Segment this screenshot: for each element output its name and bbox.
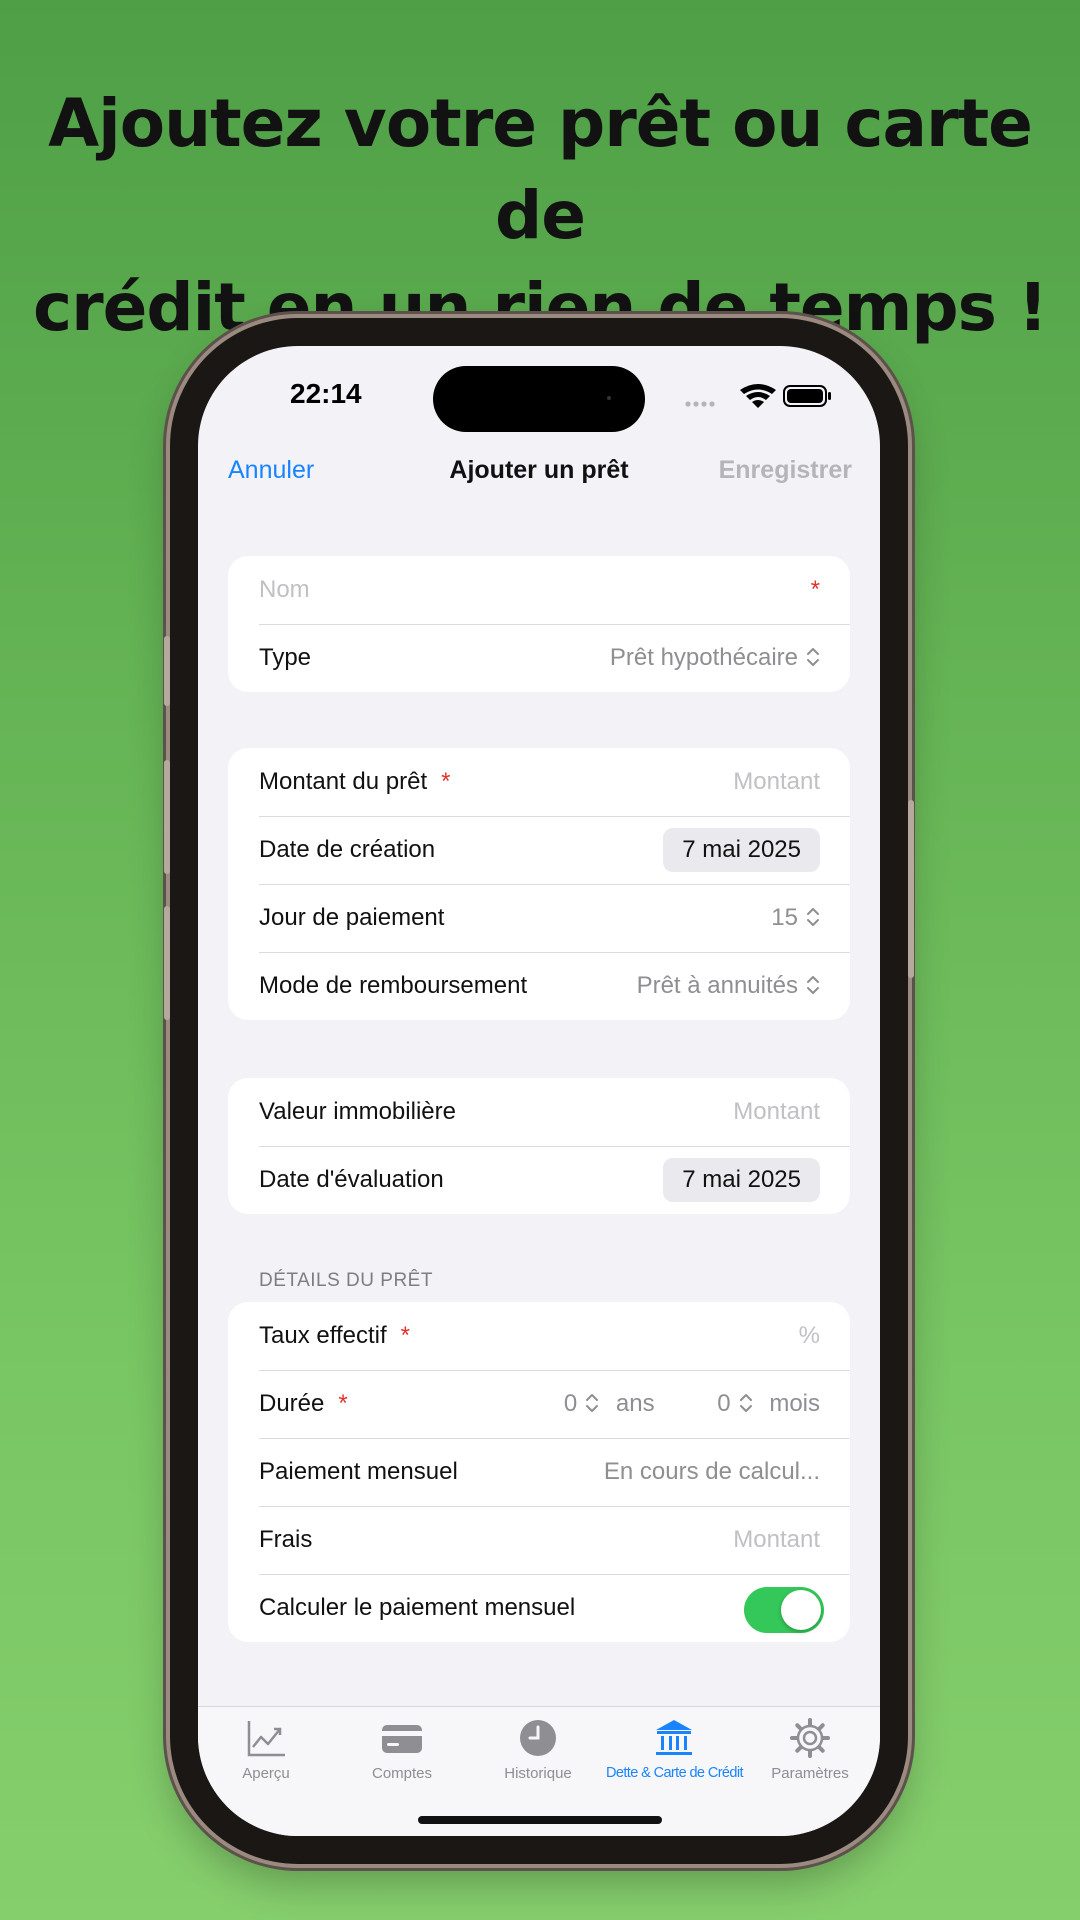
repayment-mode-label: Mode de remboursement: [259, 972, 528, 999]
tab-historique[interactable]: Historique: [470, 1717, 606, 1797]
creation-date-picker[interactable]: 7 mai 2025: [663, 828, 820, 872]
headline: Ajoutez votre prêt ou carte de crédit en…: [0, 78, 1080, 354]
chevron-up-down-icon: [739, 1393, 752, 1412]
fees-input[interactable]: Montant: [733, 1506, 820, 1574]
type-picker[interactable]: Prêt hypothécaire: [610, 624, 820, 692]
wifi-icon: [740, 384, 776, 408]
years-picker[interactable]: 0: [564, 1390, 599, 1417]
bank-icon: [656, 1720, 692, 1755]
toggle-knob: [781, 1590, 821, 1630]
property-value-input[interactable]: Montant: [733, 1078, 820, 1146]
power-button: [908, 800, 914, 978]
tab-label: Comptes: [371, 1765, 433, 1782]
calculate-monthly-row: Calculer le paiement mensuel: [228, 1574, 850, 1642]
chart-line-icon: [247, 1721, 285, 1757]
fees-row[interactable]: Frais Montant: [228, 1506, 850, 1574]
cellular-signal-icon: [685, 401, 715, 407]
creation-date-label: Date de création: [259, 836, 436, 863]
tab-apercu[interactable]: Aperçu: [198, 1717, 334, 1797]
tab-label: Aperçu: [242, 1765, 290, 1782]
monthly-payment-label: Paiement mensuel: [259, 1458, 458, 1485]
rate-row[interactable]: Taux effectif * %: [228, 1302, 850, 1370]
duration-label: Durée: [259, 1390, 325, 1417]
repayment-mode-picker[interactable]: Prêt à annuités: [637, 952, 820, 1020]
payment-day-value: 15: [771, 904, 798, 931]
duration-row: Durée * 0 ans 0 mois: [228, 1370, 850, 1438]
tab-label: Dette & Carte de Crédit: [606, 1765, 744, 1781]
amount-input[interactable]: Montant: [733, 748, 820, 816]
repayment-mode-value: Prêt à annuités: [636, 972, 798, 999]
battery-icon: [783, 385, 831, 407]
gear-icon: [790, 1718, 830, 1758]
tab-parametres[interactable]: Paramètres: [742, 1717, 878, 1797]
rate-label: Taux effectif: [259, 1322, 387, 1349]
headline-line-1: Ajoutez votre prêt ou carte de: [48, 85, 1033, 254]
months-picker[interactable]: 0: [717, 1390, 752, 1417]
navigation-bar: Annuler Ajouter un prêt Enregistrer: [198, 444, 880, 504]
required-marker: *: [810, 576, 820, 603]
property-value-label: Valeur immobilière: [259, 1098, 456, 1125]
property-section: Valeur immobilière Montant Date d'évalua…: [228, 1078, 850, 1214]
tab-label: Paramètres: [771, 1765, 849, 1782]
creation-date-row: Date de création 7 mai 2025: [228, 816, 850, 884]
evaluation-date-row: Date d'évaluation 7 mai 2025: [228, 1146, 850, 1214]
months-value: 0: [717, 1390, 731, 1417]
property-value-row[interactable]: Valeur immobilière Montant: [228, 1078, 850, 1146]
evaluation-date-picker[interactable]: 7 mai 2025: [663, 1158, 820, 1202]
tab-comptes[interactable]: Comptes: [334, 1717, 470, 1797]
type-row[interactable]: Type Prêt hypothécaire: [228, 624, 850, 692]
years-unit: ans: [615, 1390, 655, 1417]
required-marker: *: [400, 1322, 410, 1349]
clock-icon: [520, 1720, 556, 1756]
loan-details-header: DÉTAILS DU PRÊT: [259, 1270, 433, 1291]
type-label: Type: [259, 644, 312, 671]
payment-day-label: Jour de paiement: [259, 904, 445, 931]
payment-day-picker[interactable]: 15: [771, 884, 820, 952]
monthly-payment-value: En cours de calcul...: [603, 1458, 820, 1485]
required-marker: *: [338, 1390, 348, 1417]
amount-label: Montant du prêt: [259, 768, 428, 795]
volume-down-button: [164, 906, 170, 1020]
repayment-mode-row[interactable]: Mode de remboursement Prêt à annuités: [228, 952, 850, 1020]
chevron-up-down-icon: [586, 1393, 599, 1412]
amount-row[interactable]: Montant du prêt * Montant: [228, 748, 850, 816]
required-marker: *: [441, 768, 451, 795]
evaluation-date-label: Date d'évaluation: [259, 1166, 444, 1193]
name-input[interactable]: Nom: [259, 556, 310, 624]
status-time: 22:14: [290, 378, 362, 409]
duration-pickers: 0 ans 0 mois: [564, 1370, 820, 1438]
action-button: [164, 636, 170, 706]
chevron-up-down-icon: [807, 907, 819, 926]
save-button[interactable]: Enregistrer: [719, 456, 852, 485]
years-value: 0: [563, 1390, 578, 1417]
chevron-up-down-icon: [807, 647, 819, 666]
months-unit: mois: [769, 1390, 820, 1417]
loan-section: Montant du prêt * Montant Date de créatio…: [228, 748, 850, 1020]
name-row[interactable]: Nom *: [228, 556, 850, 624]
loan-details-section: Taux effectif * % Durée * 0 ans 0 mois Pai…: [228, 1302, 850, 1642]
tab-dette-carte-credit[interactable]: Dette & Carte de Crédit: [606, 1717, 744, 1797]
name-type-section: Nom * Type Prêt hypothécaire: [228, 556, 850, 692]
home-indicator: [418, 1816, 662, 1824]
monthly-payment-row: Paiement mensuel En cours de calcul...: [228, 1438, 850, 1506]
calculate-monthly-toggle[interactable]: [744, 1587, 824, 1633]
tab-label: Historique: [504, 1765, 572, 1782]
volume-up-button: [164, 760, 170, 874]
credit-card-icon: [382, 1725, 422, 1753]
chevron-up-down-icon: [807, 975, 819, 994]
payment-day-row[interactable]: Jour de paiement 15: [228, 884, 850, 952]
status-icons: [685, 384, 831, 408]
calculate-monthly-label: Calculer le paiement mensuel: [259, 1594, 576, 1621]
type-value: Prêt hypothécaire: [609, 644, 798, 671]
dynamic-island: [433, 366, 645, 432]
fees-label: Frais: [259, 1526, 313, 1553]
rate-input[interactable]: %: [799, 1302, 820, 1370]
phone-screen: 22:14 Annuler Ajouter un prêt Enregistre…: [198, 346, 880, 1836]
